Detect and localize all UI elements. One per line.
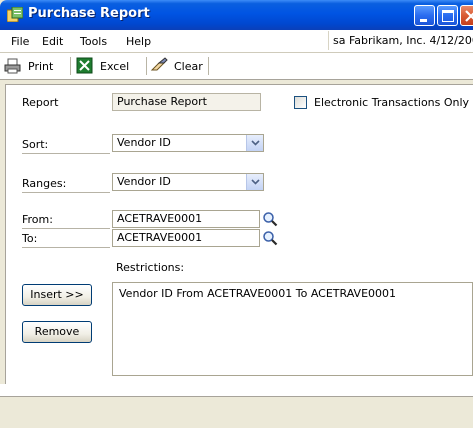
title-bar[interactable]: Purchase Report bbox=[0, 0, 473, 30]
chevron-down-icon bbox=[251, 140, 260, 146]
excel-icon bbox=[76, 57, 93, 74]
ranges-dropdown-button[interactable] bbox=[246, 174, 263, 190]
window-title: Purchase Report bbox=[28, 6, 150, 21]
purchase-report-window: Purchase Report File Edit Tools Help sa … bbox=[0, 0, 473, 428]
sort-dropdown-button[interactable] bbox=[246, 135, 263, 151]
sort-select[interactable]: Vendor ID bbox=[112, 134, 264, 152]
eraser-icon bbox=[150, 57, 168, 71]
sort-label: Sort: bbox=[22, 138, 110, 154]
toolbar-divider bbox=[0, 79, 473, 80]
chevron-down-icon bbox=[251, 179, 260, 185]
ranges-label: Ranges: bbox=[22, 177, 110, 193]
menu-help[interactable]: Help bbox=[126, 35, 151, 48]
report-name-field: Purchase Report bbox=[112, 93, 261, 111]
to-field[interactable]: ACETRAVE0001 bbox=[112, 229, 260, 247]
excel-label: Excel bbox=[100, 60, 130, 73]
ranges-select[interactable]: Vendor ID bbox=[112, 173, 264, 191]
toolbar-separator bbox=[70, 57, 71, 75]
restrictions-label: Restrictions: bbox=[116, 261, 185, 274]
toolbar-separator bbox=[208, 57, 209, 75]
minimize-icon bbox=[420, 19, 427, 22]
excel-button[interactable]: Excel bbox=[76, 57, 142, 75]
form-bottom-area bbox=[0, 384, 473, 396]
restrictions-list[interactable]: Vendor ID From ACETRAVE0001 To ACETRAVE0… bbox=[112, 282, 473, 376]
clear-button[interactable]: Clear bbox=[150, 57, 210, 75]
menu-edit[interactable]: Edit bbox=[42, 35, 63, 48]
from-label: From: bbox=[22, 213, 110, 229]
electronic-transactions-checkbox[interactable] bbox=[294, 96, 307, 109]
insert-button[interactable]: Insert >> bbox=[22, 284, 92, 306]
to-label: To: bbox=[22, 232, 110, 248]
close-icon bbox=[465, 10, 473, 22]
report-icon bbox=[7, 7, 23, 22]
sort-select-value: Vendor ID bbox=[117, 136, 171, 149]
to-lookup-magnifier-icon[interactable] bbox=[262, 230, 278, 246]
remove-button[interactable]: Remove bbox=[22, 321, 92, 343]
ranges-select-value: Vendor ID bbox=[117, 175, 171, 188]
electronic-transactions-label[interactable]: Electronic Transactions Only bbox=[314, 96, 469, 109]
maximize-icon bbox=[442, 10, 454, 22]
company-date-indicator: sa Fabrikam, Inc. 4/12/2007 bbox=[328, 31, 473, 50]
menu-tools[interactable]: Tools bbox=[80, 35, 107, 48]
print-label: Print bbox=[28, 60, 54, 73]
close-button[interactable] bbox=[460, 5, 473, 26]
maximize-button[interactable] bbox=[437, 5, 458, 26]
from-lookup-magnifier-icon[interactable] bbox=[262, 211, 278, 227]
print-button[interactable]: Print bbox=[4, 57, 64, 75]
report-label: Report bbox=[22, 96, 59, 109]
status-bar bbox=[0, 396, 473, 428]
menu-file[interactable]: File bbox=[11, 35, 29, 48]
clear-label: Clear bbox=[174, 60, 203, 73]
from-field[interactable]: ACETRAVE0001 bbox=[112, 210, 260, 228]
printer-icon bbox=[4, 58, 21, 74]
restriction-item[interactable]: Vendor ID From ACETRAVE0001 To ACETRAVE0… bbox=[119, 287, 466, 300]
minimize-button[interactable] bbox=[414, 5, 435, 26]
toolbar-separator bbox=[146, 57, 147, 75]
toolbar: Print Excel Clear bbox=[0, 53, 473, 79]
